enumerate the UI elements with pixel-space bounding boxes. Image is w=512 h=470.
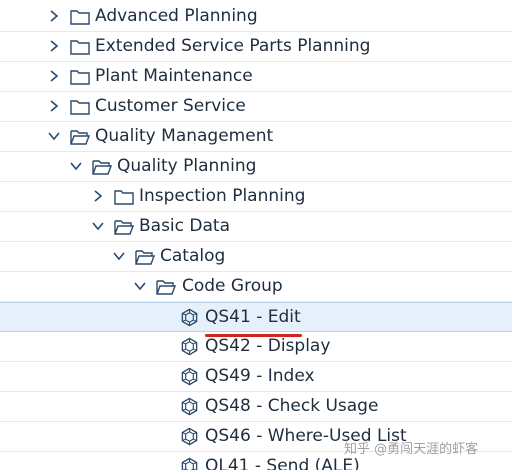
folder-closed-icon [114,190,134,205]
tree-node-inspection-planning[interactable]: Inspection Planning [0,182,512,212]
tree-node-basic-data[interactable]: Basic Data [0,212,512,242]
tree-node-extended-service-parts-planning[interactable]: Extended Service Parts Planning [0,32,512,62]
transaction-cube-icon [181,427,198,446]
folder-closed-icon [70,100,90,115]
tree-node-label: QS48 - Check Usage [205,396,379,416]
tree-node-label: QL41 - Send (ALE) [205,456,360,470]
tree-node-label: Catalog [160,246,226,266]
tree-node-label: QS42 - Display [205,336,331,356]
transaction-cube-icon [181,457,198,470]
tree-node-qs48-check-usage[interactable]: QS48 - Check Usage [0,392,512,422]
tree-node-label: QS41 - Edit [205,307,301,327]
folder-open-icon [92,160,112,175]
tree-node-label: Plant Maintenance [95,66,253,86]
chevron-down-icon[interactable] [69,159,83,173]
tree-node-label: Advanced Planning [95,6,258,26]
red-annotation-underline [205,334,302,337]
folder-open-icon [114,220,134,235]
folder-open-icon [135,250,155,265]
tree-node-label: Basic Data [139,216,231,236]
tree-node-label: Inspection Planning [139,186,306,206]
transaction-cube-icon [181,337,198,356]
tree-node-label: Customer Service [95,96,246,116]
chevron-right-icon[interactable] [47,99,61,113]
tree-node-label: Code Group [182,276,283,296]
transaction-cube-icon [181,308,198,327]
tree-node-catalog[interactable]: Catalog [0,242,512,272]
tree-node-code-group[interactable]: Code Group [0,272,512,302]
transaction-cube-icon [181,367,198,386]
tree-node-quality-planning[interactable]: Quality Planning [0,152,512,182]
chevron-right-icon[interactable] [47,39,61,53]
folder-open-icon [156,280,176,295]
watermark-text: 知乎 @勇闯天涯的虾客 [344,442,479,457]
folder-open-icon [70,130,90,145]
tree-node-plant-maintenance[interactable]: Plant Maintenance [0,62,512,92]
chevron-down-icon[interactable] [47,129,61,143]
tree-node-label: QS49 - Index [205,366,315,386]
transaction-cube-icon [181,397,198,416]
navigation-tree: Advanced Planning Extended Service Parts… [0,0,512,470]
chevron-down-icon[interactable] [112,249,126,263]
folder-closed-icon [70,10,90,25]
chevron-right-icon[interactable] [47,9,61,23]
folder-closed-icon [70,40,90,55]
chevron-right-icon[interactable] [47,69,61,83]
tree-node-qs41-edit[interactable]: QS41 - Edit [0,302,512,332]
tree-node-label: Extended Service Parts Planning [95,36,371,56]
chevron-down-icon[interactable] [133,279,147,293]
tree-node-label: Quality Planning [117,156,257,176]
tree-node-qs49-index[interactable]: QS49 - Index [0,362,512,392]
tree-node-customer-service[interactable]: Customer Service [0,92,512,122]
tree-node-quality-management[interactable]: Quality Management [0,122,512,152]
chevron-down-icon[interactable] [91,219,105,233]
tree-node-label: Quality Management [95,126,274,146]
folder-closed-icon [70,70,90,85]
tree-node-advanced-planning[interactable]: Advanced Planning [0,2,512,32]
chevron-right-icon[interactable] [91,189,105,203]
